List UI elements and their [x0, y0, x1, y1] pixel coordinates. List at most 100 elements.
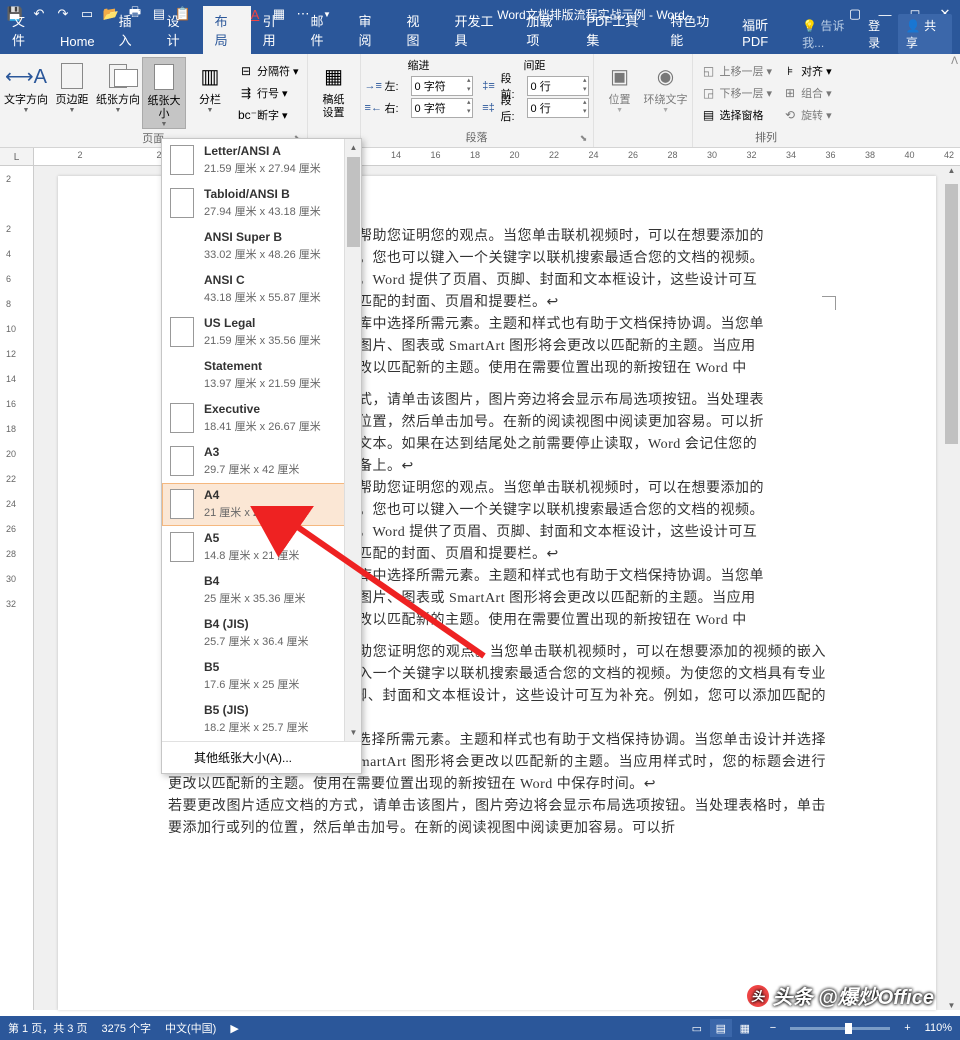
margins-button[interactable]: 页边距▼: [50, 57, 94, 114]
tab-home[interactable]: Home: [48, 29, 107, 54]
tab-view[interactable]: 视图: [394, 6, 442, 54]
scroll-down-icon[interactable]: ▼: [345, 724, 361, 741]
share-button[interactable]: 👤 共享: [898, 14, 952, 54]
paper-size-item[interactable]: B5 (JIS)18.2 厘米 x 25.7 厘米: [162, 698, 361, 741]
paper-size-item[interactable]: A5 14.8 厘米 x 21 厘米: [162, 526, 361, 569]
paper-size-dims: 17.6 厘米 x 25 厘米: [204, 676, 299, 692]
spacing-label: 间距: [481, 57, 589, 75]
watermark: 头头条 @爆炒Office: [747, 981, 934, 1010]
manuscript-button[interactable]: ▦稿纸 设置: [312, 57, 356, 120]
paper-size-item[interactable]: B425 厘米 x 35.36 厘米: [162, 569, 361, 612]
paper-size-item[interactable]: Letter/ANSI A21.59 厘米 x 27.94 厘米: [162, 139, 361, 182]
breaks-button[interactable]: ⊟分隔符 ▾: [234, 60, 303, 82]
selection-pane-button[interactable]: ▤选择窗格: [697, 104, 777, 126]
paper-size-item[interactable]: A329.7 厘米 x 42 厘米: [162, 440, 361, 483]
status-words[interactable]: 3275 个字: [101, 1020, 151, 1036]
paper-size-item[interactable]: Tabloid/ANSI B27.94 厘米 x 43.18 厘米: [162, 182, 361, 225]
tab-references[interactable]: 引用: [251, 6, 299, 54]
more-paper-sizes-item[interactable]: 其他纸张大小(A)...: [162, 741, 361, 773]
tab-insert[interactable]: 插入: [107, 6, 155, 54]
paper-size-item[interactable]: ANSI Super B 33.02 厘米 x 48.26 厘米: [162, 225, 361, 268]
wrap-text-button[interactable]: ◉环绕文字▼: [644, 57, 688, 114]
group-arrange: ◱上移一层 ▾ ◲下移一层 ▾ ▤选择窗格 ⊧对齐 ▾ ⊞组合 ▾ ⟲旋转 ▾ …: [693, 54, 840, 147]
space-after-icon: ≡‡: [481, 102, 497, 114]
ruler-vertical[interactable]: 22468101214161820222426283032: [0, 166, 34, 1010]
paper-icon: [170, 188, 194, 218]
tab-foxit[interactable]: 福昕PDF: [730, 10, 802, 54]
hyphenation-button[interactable]: bc⁻断字 ▾: [234, 104, 303, 126]
paper-size-item[interactable]: B517.6 厘米 x 25 厘米: [162, 655, 361, 698]
status-macro-icon[interactable]: ▶: [230, 1022, 238, 1035]
read-mode-icon[interactable]: ▭: [686, 1019, 708, 1037]
redo-icon[interactable]: ↷: [52, 3, 74, 25]
position-button[interactable]: ▣位置▼: [598, 57, 642, 114]
indent-right-input[interactable]: 0 字符: [411, 98, 473, 118]
collapse-ribbon-icon[interactable]: ᐱ: [951, 56, 958, 67]
login-link[interactable]: 登录: [868, 17, 890, 51]
tab-file[interactable]: 文件: [0, 6, 48, 54]
indent-left-input[interactable]: 0 字符: [411, 76, 473, 96]
scrollbar-thumb[interactable]: [945, 184, 958, 444]
paper-size-dims: 33.02 厘米 x 48.26 厘米: [204, 246, 321, 262]
print-layout-icon[interactable]: ▤: [710, 1019, 732, 1037]
tab-layout[interactable]: 布局: [203, 6, 251, 54]
group-button[interactable]: ⊞组合 ▾: [778, 82, 836, 104]
text-direction-button[interactable]: ⟷A文字方向▼: [4, 57, 48, 114]
scrollbar-vertical[interactable]: ▲ ▼: [943, 166, 960, 1010]
tell-me[interactable]: 💡 告诉我...: [802, 17, 860, 51]
tab-developer[interactable]: 开发工具: [442, 6, 514, 54]
align-button[interactable]: ⊧对齐 ▾: [778, 60, 836, 82]
paper-icon: [170, 403, 194, 433]
dropdown-scrollbar[interactable]: ▲ ▼: [344, 139, 361, 741]
paper-size-dims: 14.8 厘米 x 21 厘米: [204, 547, 299, 563]
bring-forward-button[interactable]: ◱上移一层 ▾: [697, 60, 777, 82]
send-backward-button[interactable]: ◲下移一层 ▾: [697, 82, 777, 104]
paper-size-item[interactable]: US Legal21.59 厘米 x 35.56 厘米: [162, 311, 361, 354]
status-page[interactable]: 第 1 页，共 3 页: [8, 1020, 87, 1036]
paper-size-dims: 25 厘米 x 35.36 厘米: [204, 590, 306, 606]
paper-size-button[interactable]: 纸张大小▼: [142, 57, 186, 129]
group-label-paragraph: 段落: [365, 128, 589, 145]
zoom-level[interactable]: 110%: [925, 1022, 952, 1034]
tab-review[interactable]: 审阅: [347, 6, 395, 54]
paper-size-item[interactable]: ANSI C43.18 厘米 x 55.87 厘米: [162, 268, 361, 311]
tab-design[interactable]: 设计: [155, 6, 203, 54]
paper-icon: [170, 317, 194, 347]
paper-size-name: B4 (JIS): [204, 617, 309, 631]
tab-addins[interactable]: 加载项: [514, 6, 574, 54]
tab-special[interactable]: 特色功能: [658, 6, 730, 54]
new-icon[interactable]: ▭: [76, 3, 98, 25]
paper-icon: [170, 446, 194, 476]
paper-size-dims: 43.18 厘米 x 55.87 厘米: [204, 289, 321, 305]
tab-pdf[interactable]: PDF工具集: [574, 6, 658, 54]
ruler-horizontal[interactable]: L 22468101214161820222426283032343638404…: [0, 148, 960, 166]
ruler-corner: L: [0, 148, 34, 166]
paper-size-name: ANSI Super B: [204, 230, 321, 244]
paper-size-item[interactable]: A421 厘米 x 29.7 厘米: [162, 483, 361, 526]
watermark-logo-icon: 头: [747, 985, 769, 1007]
zoom-slider[interactable]: [790, 1027, 890, 1030]
ribbon: ⟷A文字方向▼ 页边距▼ 纸张方向▼ 纸张大小▼ ▥分栏▼ ⊟分隔符 ▾ ⇶行号…: [0, 54, 960, 148]
paper-size-dims: 21.59 厘米 x 35.56 厘米: [204, 332, 321, 348]
zoom-in-icon[interactable]: +: [904, 1022, 910, 1034]
columns-button[interactable]: ▥分栏▼: [188, 57, 232, 114]
scroll-up-icon[interactable]: ▲: [345, 139, 361, 156]
paper-size-item[interactable]: Executive18.41 厘米 x 26.67 厘米: [162, 397, 361, 440]
margin-mark-icon: [822, 296, 836, 310]
zoom-out-icon[interactable]: −: [770, 1022, 776, 1034]
space-after-input[interactable]: 0 行: [527, 98, 589, 118]
space-before-input[interactable]: 0 行: [527, 76, 589, 96]
paper-size-dims: 25.7 厘米 x 36.4 厘米: [204, 633, 309, 649]
orientation-button[interactable]: 纸张方向▼: [96, 57, 140, 114]
paper-size-item[interactable]: Statement13.97 厘米 x 21.59 厘米: [162, 354, 361, 397]
paper-size-name: A5: [204, 531, 299, 545]
dropdown-scroll-thumb[interactable]: [347, 157, 360, 247]
rotate-button[interactable]: ⟲旋转 ▾: [778, 104, 836, 126]
status-lang[interactable]: 中文(中国): [165, 1020, 216, 1036]
line-numbers-button[interactable]: ⇶行号 ▾: [234, 82, 303, 104]
paragraph-launcher-icon[interactable]: ⬊: [577, 131, 591, 145]
paper-size-item[interactable]: B4 (JIS) 25.7 厘米 x 36.4 厘米: [162, 612, 361, 655]
tab-mailings[interactable]: 邮件: [299, 6, 347, 54]
paper-size-dims: 27.94 厘米 x 43.18 厘米: [204, 203, 321, 219]
web-layout-icon[interactable]: ▦: [734, 1019, 756, 1037]
